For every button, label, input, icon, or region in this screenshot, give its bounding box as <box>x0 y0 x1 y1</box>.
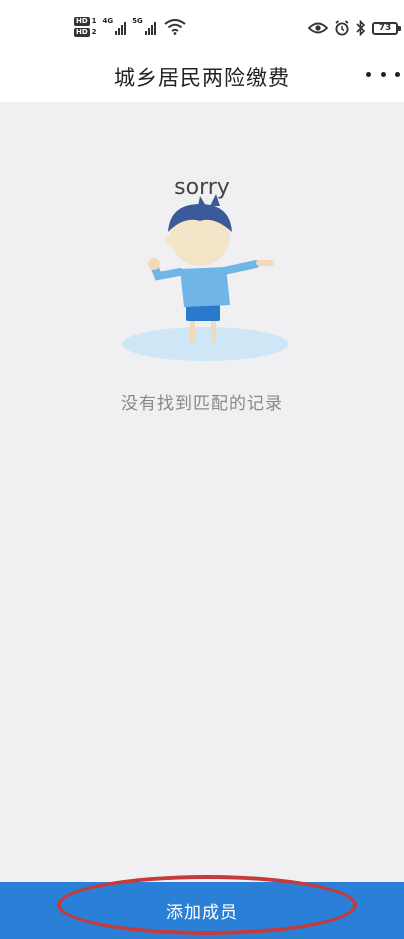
sim2-number: 2 <box>91 28 97 36</box>
bluetooth-icon <box>356 20 366 36</box>
hd-badge-1: HD <box>74 17 90 26</box>
empty-message: 没有找到匹配的记录 <box>121 394 283 414</box>
page-title: 城乡居民两险缴费 <box>114 66 290 90</box>
wifi-icon <box>164 19 186 35</box>
bottom-bar: 添加成员 <box>0 882 404 939</box>
sim1-badge: HD 1 <box>74 17 97 26</box>
status-bar: HD 1 HD 2 4G 5G 73 <box>0 0 404 48</box>
battery-icon: 73 <box>372 21 401 35</box>
status-left: HD 1 HD 2 4G 5G <box>74 17 186 37</box>
eye-icon <box>308 22 328 34</box>
alarm-icon <box>335 20 349 36</box>
main-content: sorry 没有找到匹配的记录 <box>0 102 404 882</box>
status-right: 73 <box>308 20 401 36</box>
floor-shadow <box>122 327 288 361</box>
nav-bar: 城乡居民两险缴费 <box>0 48 404 102</box>
signal-strength-icon-1: 4G <box>103 17 127 35</box>
network-gen-2: 5G <box>132 17 143 25</box>
signal-strength-icon-2: 5G <box>132 17 156 35</box>
sorry-text: sorry <box>174 175 230 200</box>
sim1-number: 1 <box>91 17 97 25</box>
hd-badge-2: HD <box>74 28 90 37</box>
sorry-boy-illustration: sorry <box>122 175 288 361</box>
more-dots-icon[interactable] <box>366 62 400 86</box>
network-gen-1: 4G <box>102 17 114 25</box>
sim-indicators: HD 1 HD 2 <box>74 17 97 37</box>
sim2-badge: HD 2 <box>74 28 97 37</box>
add-member-button[interactable]: 添加成员 <box>0 882 404 939</box>
